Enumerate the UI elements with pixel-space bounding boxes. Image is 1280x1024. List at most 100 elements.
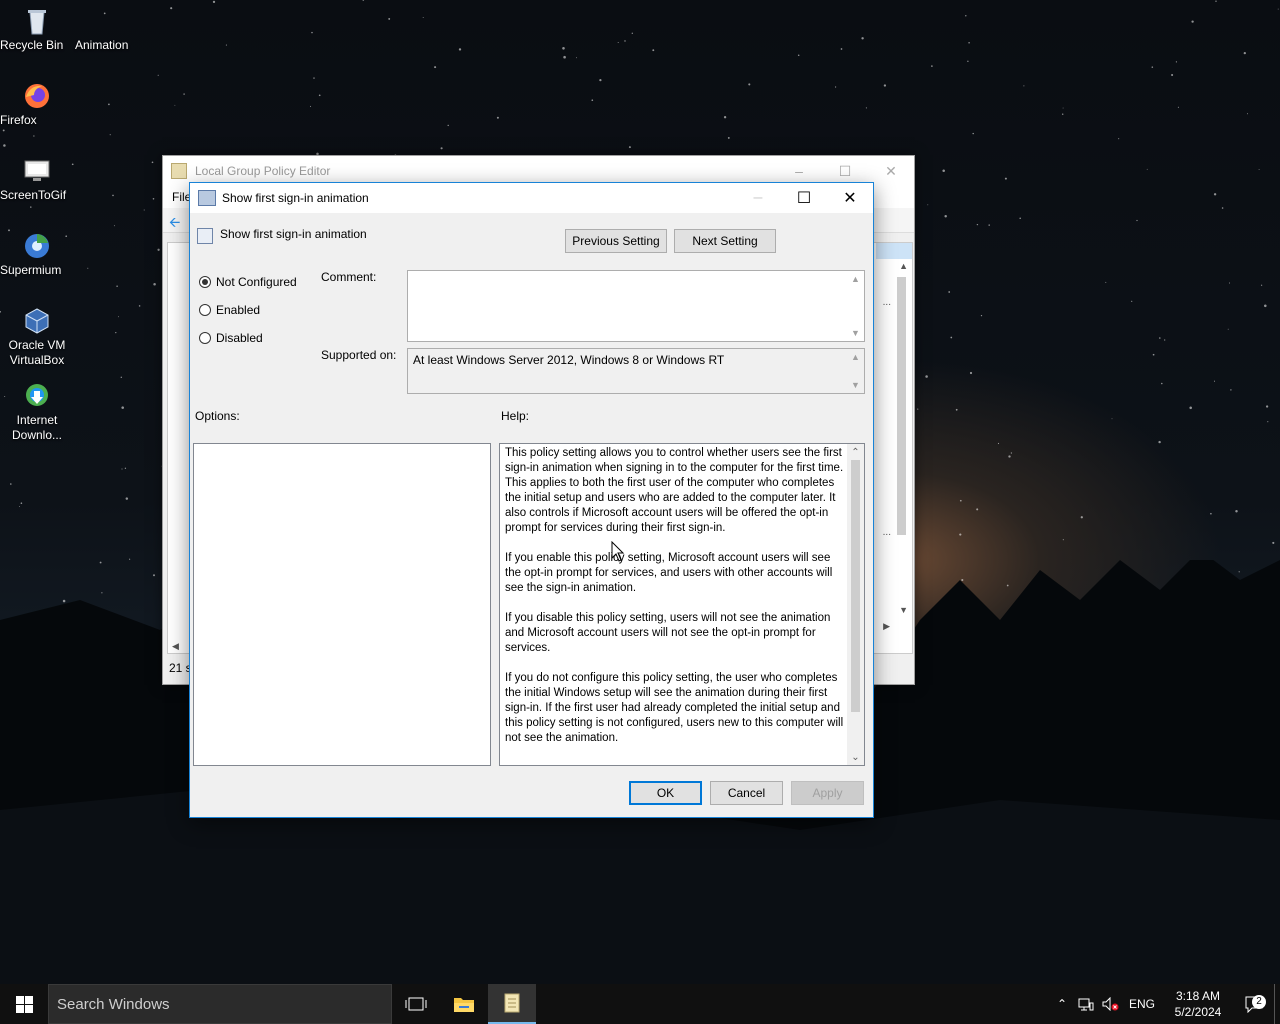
screentogif-icon bbox=[22, 156, 52, 186]
maximize-icon[interactable]: ☐ bbox=[781, 183, 827, 213]
help-label: Help: bbox=[501, 409, 530, 423]
truncated-text-2: ... bbox=[882, 527, 891, 538]
help-paragraph: If you disable this policy setting, user… bbox=[505, 612, 831, 654]
volume-muted-icon[interactable] bbox=[1098, 997, 1122, 1011]
firefox-icon bbox=[22, 81, 52, 111]
taskbar: Search Windows ⌃ ENG 3:18 AM 5/2/2024 2 bbox=[0, 984, 1280, 1024]
clock-time: 3:18 AM bbox=[1175, 989, 1221, 1003]
folder-icon bbox=[454, 998, 474, 1012]
supported-scrollbar[interactable]: ▲ ▼ bbox=[847, 349, 864, 393]
minimize-icon[interactable]: – bbox=[776, 163, 822, 180]
scroll-down-icon[interactable]: ⌄ bbox=[847, 749, 864, 765]
policy-editor-icon bbox=[504, 993, 520, 1013]
supermium-icon bbox=[22, 231, 52, 261]
radio-disabled[interactable]: Disabled bbox=[199, 331, 263, 345]
radio-enabled[interactable]: Enabled bbox=[199, 303, 260, 317]
comment-field[interactable]: ▲ ▼ bbox=[407, 270, 865, 342]
desktop-icon-internet-download-manager[interactable]: Internet Downlo... bbox=[0, 381, 74, 442]
desktop-icon-label: Internet Downlo... bbox=[11, 413, 63, 442]
desktop-icon-label: Animation bbox=[75, 38, 129, 52]
desktop-icon-label: Supermium bbox=[0, 263, 62, 277]
show-desktop-button[interactable] bbox=[1274, 984, 1280, 1024]
desktop-icon-label: ScreenToGif bbox=[0, 188, 67, 202]
scroll-up-icon[interactable]: ▲ bbox=[847, 271, 864, 287]
scroll-right-icon[interactable]: ▶ bbox=[883, 621, 890, 632]
minimize-icon: – bbox=[753, 189, 763, 206]
desktop-icon-label: Recycle Bin bbox=[0, 38, 64, 52]
radio-label: Not Configured bbox=[216, 275, 297, 289]
truncated-text-1: ... bbox=[882, 297, 891, 308]
radio-label: Disabled bbox=[216, 331, 263, 345]
radio-button[interactable] bbox=[199, 304, 211, 316]
windows-logo-icon bbox=[15, 995, 33, 1013]
internet-download-manager-icon bbox=[22, 381, 52, 411]
supported-on-field: At least Windows Server 2012, Windows 8 … bbox=[407, 348, 865, 394]
desktop-icon-animation[interactable]: Animation bbox=[75, 6, 149, 52]
cancel-button[interactable]: Cancel bbox=[710, 781, 783, 805]
task-view-button[interactable] bbox=[392, 984, 440, 1024]
dialog-titlebar[interactable]: Show first sign-in animation – ☐ ✕ bbox=[190, 183, 873, 213]
scroll-down-icon[interactable]: ▼ bbox=[847, 377, 864, 393]
file-explorer-button[interactable] bbox=[440, 984, 488, 1024]
desktop-icon-firefox[interactable]: Firefox bbox=[0, 81, 74, 127]
notification-count-badge: 2 bbox=[1252, 995, 1266, 1009]
desktop-icon-label: Firefox bbox=[0, 113, 37, 127]
help-text: This policy setting allows you to contro… bbox=[505, 446, 847, 761]
desktop-icon-virtualbox[interactable]: Oracle VM VirtualBox bbox=[0, 306, 74, 367]
policy-setting-icon bbox=[198, 190, 216, 206]
clock[interactable]: 3:18 AM 5/2/2024 bbox=[1168, 988, 1228, 1020]
policy-setting-dialog[interactable]: Show first sign-in animation – ☐ ✕ Show … bbox=[189, 182, 874, 818]
comment-scrollbar[interactable]: ▲ ▼ bbox=[847, 271, 864, 341]
scroll-up-icon[interactable]: ▲ bbox=[847, 349, 864, 365]
scroll-thumb[interactable] bbox=[851, 460, 860, 712]
gpe-title: Local Group Policy Editor bbox=[195, 164, 331, 178]
start-button[interactable] bbox=[0, 984, 48, 1024]
next-setting-button[interactable]: Next Setting bbox=[674, 229, 776, 253]
back-arrow-icon[interactable]: 🡨 bbox=[169, 212, 180, 236]
mouse-cursor-icon bbox=[611, 541, 625, 562]
help-paragraph: If you do not configure this policy sett… bbox=[505, 672, 844, 744]
radio-label: Enabled bbox=[216, 303, 261, 317]
close-icon[interactable]: ✕ bbox=[868, 163, 914, 180]
radio-button[interactable] bbox=[199, 332, 211, 344]
notification-center-icon[interactable]: 2 bbox=[1234, 995, 1274, 1013]
help-panel[interactable]: This policy setting allows you to contro… bbox=[499, 443, 865, 766]
virtualbox-icon bbox=[22, 306, 52, 336]
search-placeholder: Search Windows bbox=[57, 995, 170, 1013]
network-icon[interactable] bbox=[1074, 997, 1098, 1011]
supported-on-label: Supported on: bbox=[321, 348, 397, 362]
taskbar-search-box[interactable]: Search Windows bbox=[48, 984, 392, 1024]
language-indicator[interactable]: ENG bbox=[1122, 997, 1162, 1011]
options-panel bbox=[193, 443, 491, 766]
desktop-icon-recycle-bin[interactable]: Recycle Bin bbox=[0, 6, 74, 52]
chevron-up-icon[interactable]: ⌃ bbox=[1050, 997, 1074, 1011]
maximize-icon[interactable]: ☐ bbox=[822, 163, 868, 180]
dialog-title: Show first sign-in animation bbox=[222, 191, 369, 205]
comment-label: Comment: bbox=[321, 270, 377, 284]
scroll-left-icon[interactable]: ◀ bbox=[172, 641, 179, 652]
policy-editor-icon bbox=[171, 163, 187, 179]
help-paragraph: If you enable this policy setting, Micro… bbox=[505, 552, 833, 594]
task-view-icon bbox=[405, 997, 427, 1011]
options-label: Options: bbox=[195, 409, 240, 423]
close-icon[interactable]: ✕ bbox=[827, 183, 873, 213]
desktop-icon-supermium[interactable]: Supermium bbox=[0, 231, 74, 277]
desktop-icon-label: Oracle VM VirtualBox bbox=[8, 338, 66, 367]
previous-setting-button[interactable]: Previous Setting bbox=[565, 229, 667, 253]
animation-icon bbox=[97, 6, 127, 36]
group-policy-editor-taskbar-button[interactable] bbox=[488, 984, 536, 1024]
scroll-up-icon[interactable]: ▲ bbox=[899, 261, 908, 271]
scroll-thumb[interactable] bbox=[897, 277, 906, 535]
help-scrollbar[interactable]: ⌃ ⌄ bbox=[847, 444, 864, 765]
radio-button[interactable] bbox=[199, 276, 211, 288]
column-header-highlight bbox=[876, 243, 912, 259]
setting-name: Show first sign-in animation bbox=[220, 227, 367, 241]
apply-button: Apply bbox=[791, 781, 864, 805]
scroll-down-icon[interactable]: ▼ bbox=[899, 605, 908, 615]
recycle-bin-icon bbox=[22, 6, 52, 36]
scroll-down-icon[interactable]: ▼ bbox=[847, 325, 864, 341]
scroll-up-icon[interactable]: ⌃ bbox=[847, 444, 864, 460]
desktop-icon-screentogif[interactable]: ScreenToGif bbox=[0, 156, 74, 202]
radio-not-configured[interactable]: Not Configured bbox=[199, 275, 297, 289]
ok-button[interactable]: OK bbox=[629, 781, 702, 805]
